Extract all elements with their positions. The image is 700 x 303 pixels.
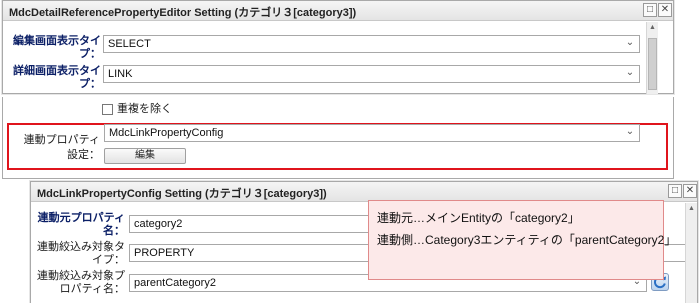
window-title: MdcLinkPropertyConfig Setting (カテゴリ３[cat… (37, 188, 327, 200)
vertical-scrollbar[interactable]: ▲ (685, 203, 697, 303)
titlebar: MdcLinkPropertyConfig Setting (カテゴリ３[cat… (31, 182, 697, 202)
filter-target-type-label: 連動絞込み対象タイプ： (37, 241, 125, 266)
detail-display-type-label: 詳細画面表示タイプ： (13, 65, 101, 90)
chevron-down-icon: ⌄ (625, 67, 635, 78)
linked-property-value: MdcLinkPropertyConfig (109, 127, 224, 139)
edit-button[interactable]: 編集 (104, 148, 186, 164)
chevron-down-icon: ⌄ (625, 37, 635, 48)
source-property-value: category2 (134, 218, 183, 230)
scroll-up-icon[interactable]: ▲ (686, 205, 697, 216)
filter-target-property-value: parentCategory2 (134, 277, 216, 289)
annotation-note: 連動元…メインEntityの「category2」 連動側…Category3エ… (368, 200, 677, 280)
close-icon[interactable]: ✕ (658, 3, 672, 17)
titlebar: MdcDetailReferencePropertyEditor Setting… (3, 1, 673, 21)
close-icon[interactable]: ✕ (683, 184, 697, 198)
minimize-icon[interactable]: □ (668, 184, 682, 198)
edit-display-type-value: SELECT (108, 38, 151, 50)
window-title: MdcDetailReferencePropertyEditor Setting… (9, 7, 357, 19)
detail-display-type-value: LINK (108, 68, 133, 80)
filter-target-property-label: 連動絞込み対象プロパティ名： (37, 270, 125, 295)
vertical-scrollbar[interactable]: ▲ (646, 22, 658, 94)
dedupe-checkbox[interactable] (102, 104, 113, 115)
annotation-line-2: 連動側…Category3エンティティの「parentCategory2」 (377, 233, 677, 247)
edit-display-type-label: 編集画面表示タイプ： (13, 35, 101, 60)
scroll-up-icon[interactable]: ▲ (647, 24, 658, 35)
linked-property-select[interactable]: MdcLinkPropertyConfig ⌄ (104, 124, 640, 142)
dedupe-label: 重複を除く (117, 103, 172, 115)
filter-target-type-value: PROPERTY (134, 247, 195, 259)
detail-display-type-select[interactable]: LINK ⌄ (103, 65, 640, 83)
source-property-input[interactable]: category2 (129, 215, 389, 233)
scrollbar-thumb[interactable] (648, 38, 657, 90)
annotation-line-1: 連動元…メインEntityの「category2」 (377, 211, 580, 225)
source-property-label: 連動元プロパティ名： (37, 212, 125, 237)
chevron-down-icon: ⌄ (625, 126, 635, 137)
edit-display-type-select[interactable]: SELECT ⌄ (103, 35, 640, 53)
linked-property-label: 連動プロパティ設定： (23, 134, 100, 161)
minimize-icon[interactable]: □ (643, 3, 657, 17)
detail-reference-editor-window: MdcDetailReferencePropertyEditor Setting… (2, 0, 674, 94)
